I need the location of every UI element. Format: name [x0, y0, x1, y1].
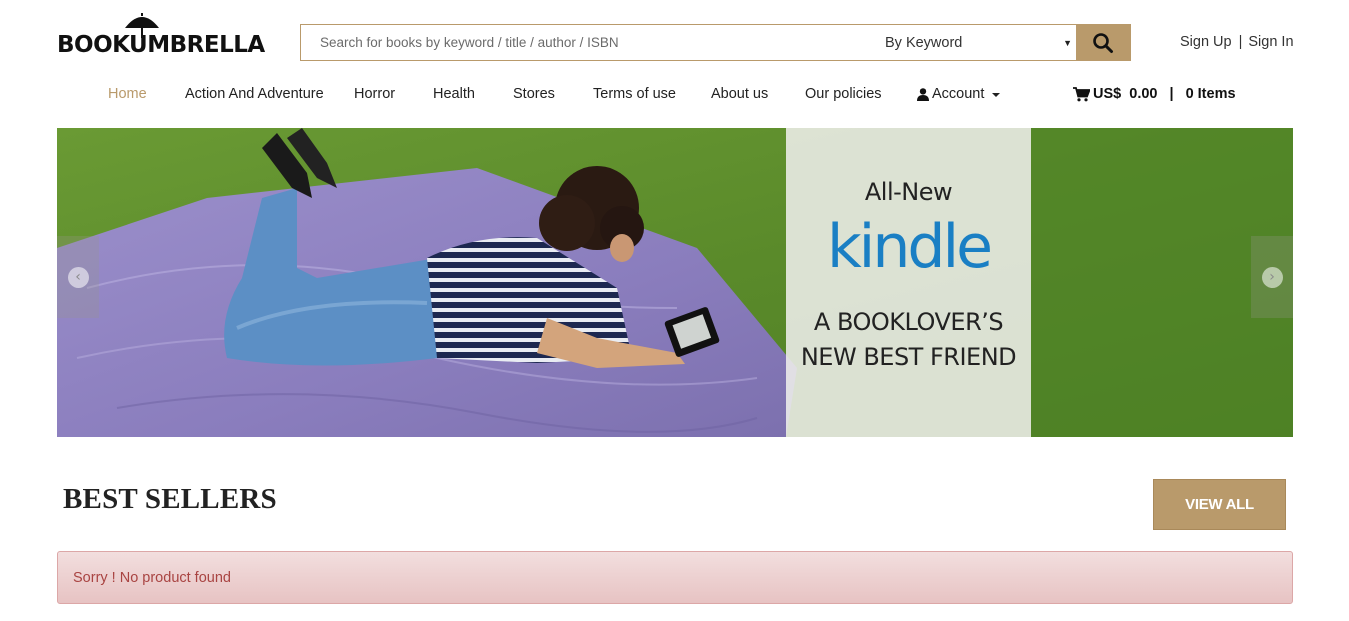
kindle-promo-panel[interactable]: All-New kindle A BOOKLOVER’S NEW BEST FR…: [786, 128, 1031, 437]
search-bar: By Keyword ▼: [300, 24, 1131, 61]
nav-item-about-us[interactable]: About us: [711, 86, 768, 102]
promo-line-2: NEW BEST FRIEND: [800, 343, 1017, 371]
promo-brand: kindle: [826, 212, 993, 282]
search-scope-value: By Keyword: [885, 34, 963, 51]
search-icon: [1093, 32, 1113, 53]
account-label: Account: [932, 86, 985, 102]
hero-carousel: All-New kindle A BOOKLOVER’S NEW BEST FR…: [57, 128, 1293, 437]
site-logo[interactable]: BOOKUMBRELLA: [57, 12, 265, 64]
cart-icon: [1073, 86, 1090, 101]
search-button[interactable]: [1076, 25, 1130, 60]
cart-items-count: 0 Items: [1185, 86, 1236, 102]
caret-down-icon: ▼: [1063, 38, 1072, 48]
nav-item-health[interactable]: Health: [433, 86, 475, 102]
search-input[interactable]: [301, 25, 865, 60]
caret-down-icon: [992, 93, 1001, 97]
sign-up-link[interactable]: Sign Up: [1180, 34, 1232, 50]
no-product-alert: Sorry ! No product found: [57, 551, 1293, 604]
section-title-best-sellers: BEST SELLERS: [63, 483, 277, 515]
promo-line-1: A BOOKLOVER’S: [813, 308, 1004, 336]
chevron-left-icon: ‹: [67, 266, 89, 288]
sign-in-link[interactable]: Sign In: [1248, 34, 1293, 50]
nav-item-account[interactable]: Account: [917, 86, 1001, 102]
auth-links: Sign Up | Sign In: [1180, 34, 1294, 50]
nav-item-home[interactable]: Home: [108, 86, 147, 102]
search-scope-select[interactable]: By Keyword ▼: [865, 25, 1076, 60]
auth-separator: |: [1238, 34, 1243, 50]
carousel-next-button[interactable]: ›: [1251, 236, 1293, 318]
promo-tagline: All-New: [864, 178, 953, 206]
banner-photo: [57, 128, 1293, 437]
logo-text: BOOKUMBRELLA: [57, 32, 265, 58]
alert-message: Sorry ! No product found: [73, 569, 231, 586]
carousel-prev-button[interactable]: ‹: [57, 236, 99, 318]
nav-item-horror[interactable]: Horror: [354, 86, 395, 102]
nav-item-our-policies[interactable]: Our policies: [805, 86, 882, 102]
cart-separator: |: [1169, 86, 1174, 102]
nav-item-action-and-adventure[interactable]: Action And Adventure: [185, 86, 324, 102]
cart-summary[interactable]: US$ 0.00 | 0 Items: [1073, 86, 1236, 102]
nav-item-stores[interactable]: Stores: [513, 86, 555, 102]
nav-item-terms-of-use[interactable]: Terms of use: [593, 86, 676, 102]
chevron-right-icon: ›: [1261, 266, 1283, 288]
user-icon: [917, 87, 929, 101]
cart-amount: US$ 0.00: [1093, 86, 1158, 102]
view-all-button[interactable]: VIEW ALL: [1153, 479, 1286, 530]
